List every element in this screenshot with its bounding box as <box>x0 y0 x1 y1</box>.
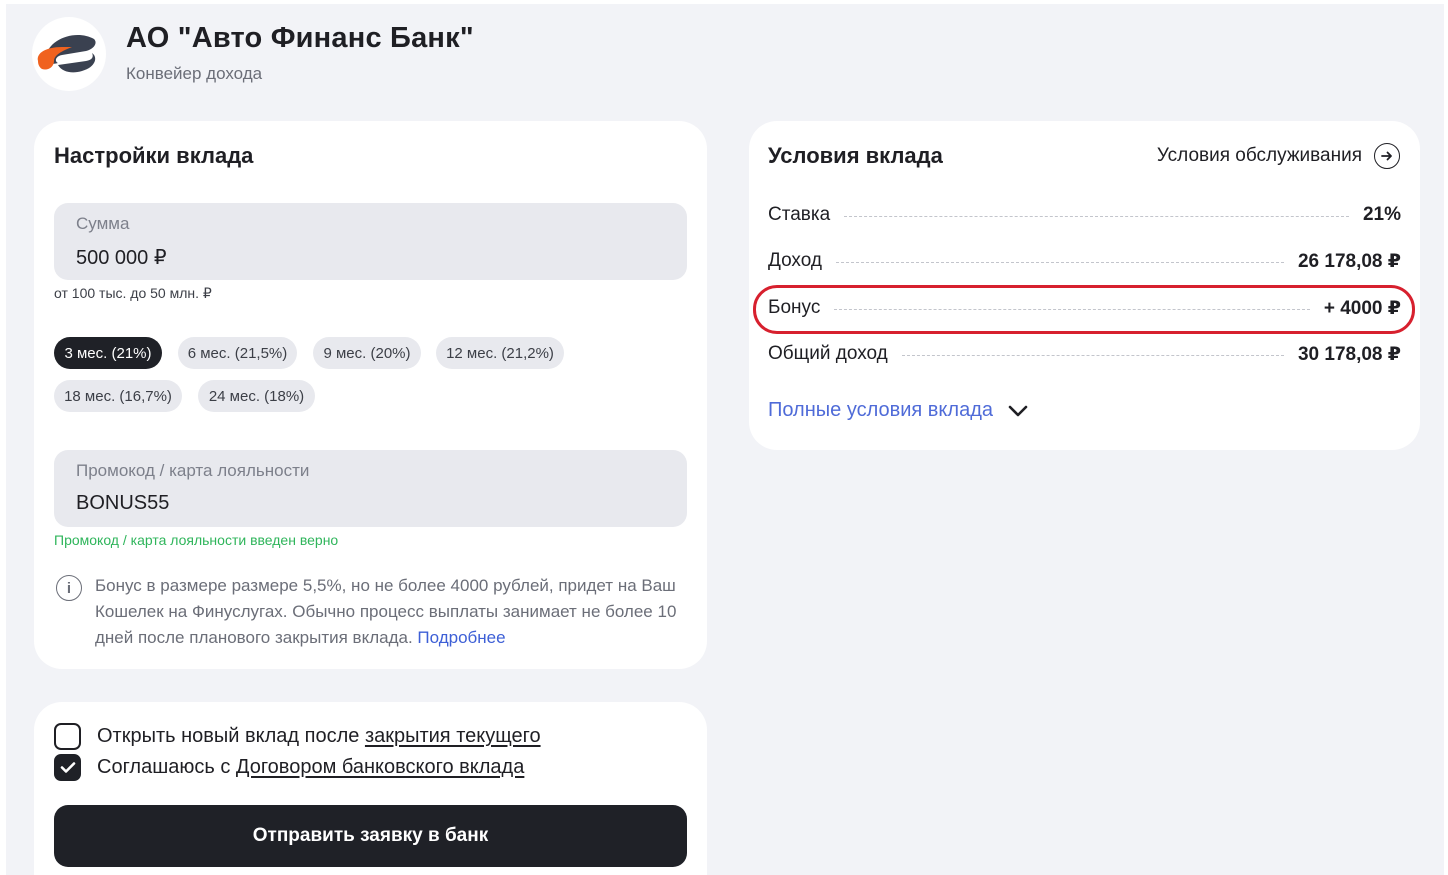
amount-value[interactable]: 500 000 ₽ <box>76 245 167 270</box>
leader-dots <box>844 215 1349 217</box>
full-terms-toggle[interactable]: Полные условия вклада <box>768 399 1029 422</box>
reopen-label: Открыть новый вклад после закрытия текущ… <box>97 725 541 748</box>
reopen-text: Открыть новый вклад после <box>97 725 360 747</box>
term-chip-18m[interactable]: 18 мес. (16,7%) <box>54 380 182 412</box>
rate-value: 21% <box>1362 204 1401 225</box>
bank-logo <box>32 17 106 91</box>
bonus-value: + 4000 ₽ <box>1323 297 1401 319</box>
promo-value[interactable]: BONUS55 <box>76 492 169 515</box>
bank-logo-icon <box>37 35 96 73</box>
submit-application-button[interactable]: Отправить заявку в банк <box>54 805 687 867</box>
settings-title: Настройки вклада <box>54 143 254 168</box>
income-row: Доход 26 178,08 ₽ <box>768 246 1401 276</box>
total-income-label: Общий доход <box>768 343 888 364</box>
bonus-info-text: Бонус в размере размере 5,5%, но не боле… <box>95 576 677 647</box>
arrow-right-circle-icon <box>1374 143 1400 169</box>
conditions-title: Условия вклада <box>768 143 943 168</box>
promo-label: Промокод / карта лояльности <box>76 461 310 480</box>
info-icon: i <box>56 575 82 601</box>
promo-status: Промокод / карта лояльности введен верно <box>54 532 339 548</box>
bonus-row: Бонус + 4000 ₽ <box>768 293 1401 323</box>
deposit-conditions-card: Условия вклада Условия обслуживания Став… <box>749 121 1420 450</box>
rate-row: Ставка 21% <box>768 200 1401 230</box>
service-terms-link[interactable]: Условия обслуживания <box>1157 143 1400 169</box>
agree-text: Соглашаюсь с <box>97 756 231 778</box>
chevron-down-icon <box>1008 405 1028 416</box>
reopen-checkbox[interactable] <box>54 723 81 750</box>
term-chip-3m[interactable]: 3 мес. (21%) <box>54 337 162 369</box>
leader-dots <box>835 261 1284 263</box>
income-label: Доход <box>768 250 822 271</box>
total-income-row: Общий доход 30 178,08 ₽ <box>768 339 1401 369</box>
reopen-link[interactable]: закрытия текущего <box>365 725 541 747</box>
agree-checkbox[interactable] <box>54 754 81 781</box>
full-terms-label: Полные условия вклада <box>768 399 993 421</box>
income-value: 26 178,08 ₽ <box>1297 250 1401 272</box>
reopen-checkbox-row[interactable]: Открыть новый вклад после закрытия текущ… <box>54 723 541 750</box>
bank-name: АО "Авто Финанс Банк" <box>126 22 474 54</box>
amount-field[interactable]: Сумма 500 000 ₽ <box>54 203 687 280</box>
promo-field[interactable]: Промокод / карта лояльности BONUS55 <box>54 450 687 527</box>
rate-label: Ставка <box>768 204 831 225</box>
term-chip-12m[interactable]: 12 мес. (21,2%) <box>436 337 564 369</box>
amount-hint: от 100 тыс. до 50 млн. ₽ <box>54 285 212 301</box>
bonus-label: Бонус <box>768 297 821 318</box>
bonus-info: Бонус в размере размере 5,5%, но не боле… <box>95 573 695 651</box>
leader-dots <box>834 308 1310 310</box>
submit-card: Открыть новый вклад после закрытия текущ… <box>34 702 707 875</box>
term-chip-9m[interactable]: 9 мес. (20%) <box>313 337 421 369</box>
agreement-link[interactable]: Договором банковского вклада <box>236 756 524 778</box>
agree-label: Соглашаюсь с Договором банковского вклад… <box>97 756 524 779</box>
term-chip-6m[interactable]: 6 мес. (21,5%) <box>178 337 297 369</box>
deposit-settings-card: Настройки вклада Сумма 500 000 ₽ от 100 … <box>34 121 707 669</box>
product-name: Конвейер дохода <box>126 64 263 83</box>
checkmark-icon <box>60 762 75 773</box>
more-link[interactable]: Подробнее <box>417 628 505 647</box>
term-chip-24m[interactable]: 24 мес. (18%) <box>198 380 315 412</box>
service-terms-label: Условия обслуживания <box>1156 145 1362 166</box>
amount-label: Сумма <box>76 214 130 233</box>
total-income-value: 30 178,08 ₽ <box>1297 343 1401 365</box>
leader-dots <box>901 354 1284 356</box>
agree-checkbox-row[interactable]: Соглашаюсь с Договором банковского вклад… <box>54 754 524 781</box>
